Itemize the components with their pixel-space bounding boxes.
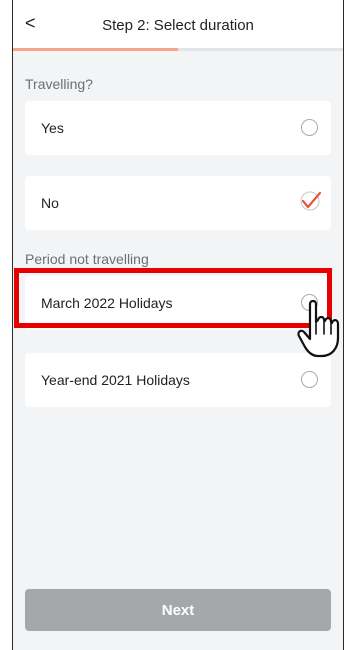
header-bar: < Step 2: Select duration [13,0,343,48]
option-no[interactable]: No [25,176,331,230]
page-title: Step 2: Select duration [102,17,254,34]
radio-empty-icon[interactable] [301,119,318,136]
progress-bar [13,48,343,51]
option-year-end-2021[interactable]: Year-end 2021 Holidays [25,353,331,407]
highlight-box [14,268,332,328]
option-label: Yes [41,120,64,136]
section-label-period: Period not travelling [25,251,149,267]
hand-pointer-icon [297,299,340,358]
radio-empty-icon[interactable] [301,371,318,388]
option-yes[interactable]: Yes [25,101,331,155]
option-label: Year-end 2021 Holidays [41,372,190,388]
next-button[interactable]: Next [25,589,331,631]
option-label: No [41,195,59,211]
progress-fill [13,48,178,51]
checkmark-icon[interactable] [299,190,321,212]
section-label-travelling: Travelling? [25,76,93,92]
